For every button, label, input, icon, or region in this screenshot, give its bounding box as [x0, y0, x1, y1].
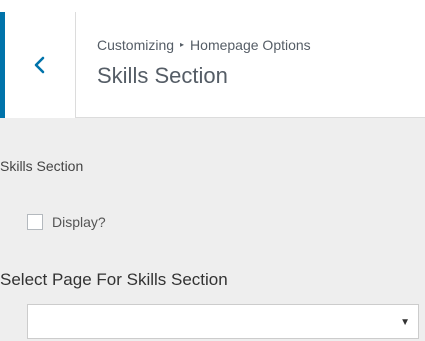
page-select[interactable]: ▼ [27, 304, 419, 339]
back-button[interactable] [0, 12, 76, 118]
chevron-left-icon [34, 56, 45, 74]
panel-header: Customizing ▸ Homepage Options Skills Sect… [0, 0, 425, 118]
select-page-label: Select Page For Skills Section [0, 270, 228, 289]
section-label: Skills Section [0, 158, 84, 174]
breadcrumb-separator-icon: ▸ [180, 40, 185, 50]
breadcrumb: Customizing ▸ Homepage Options [97, 36, 425, 55]
customizer-panel: Customizing ▸ Homepage Options Skills Sect… [0, 0, 425, 341]
title-block: Customizing ▸ Homepage Options Skills Sect… [97, 36, 425, 90]
display-checkbox[interactable] [27, 214, 43, 230]
breadcrumb-current: Homepage Options [190, 37, 311, 53]
breadcrumb-parent: Customizing [97, 37, 175, 53]
display-checkbox-label[interactable]: Display? [52, 214, 106, 230]
display-option[interactable]: Display? [27, 214, 106, 230]
page-title: Skills Section [97, 63, 228, 89]
dropdown-arrow-icon: ▼ [400, 317, 410, 328]
